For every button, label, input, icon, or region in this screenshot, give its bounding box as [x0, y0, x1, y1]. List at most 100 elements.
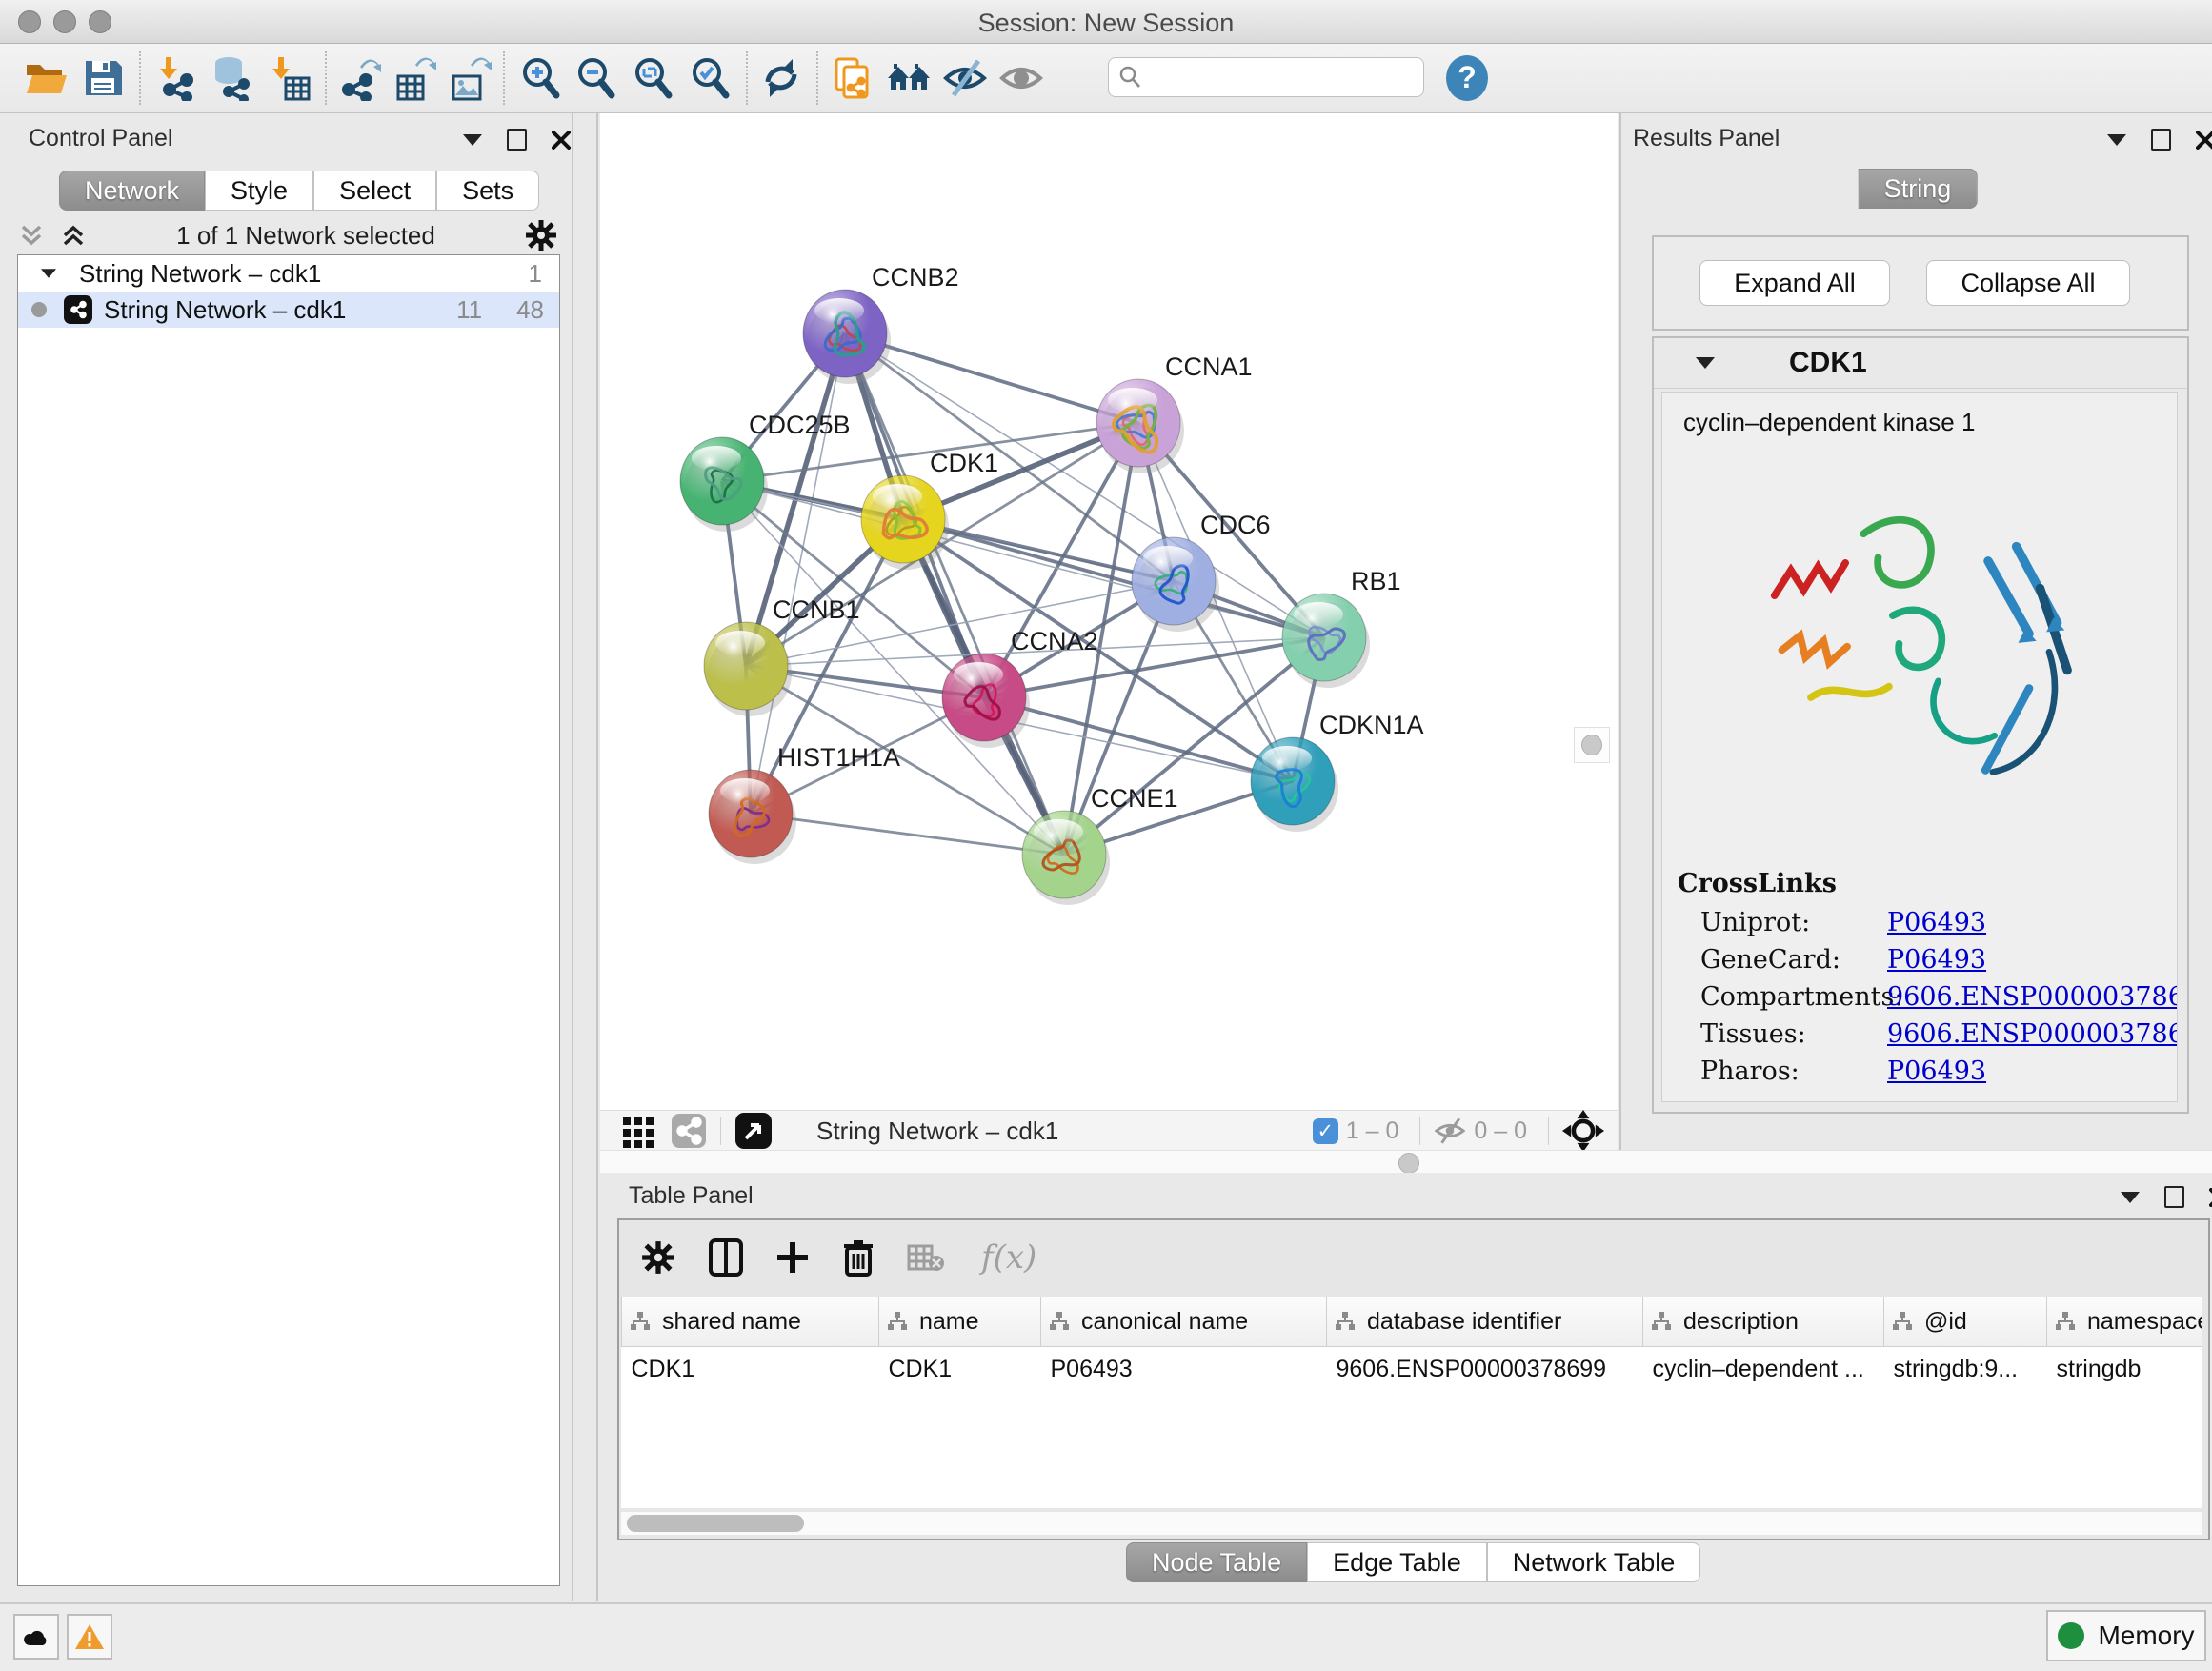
tab-style[interactable]: Style — [205, 171, 313, 211]
column-header[interactable]: name — [879, 1297, 1041, 1347]
delete-table-icon[interactable] — [907, 1242, 945, 1273]
string-view-share-icon[interactable] — [671, 1113, 707, 1149]
import-network-file-icon[interactable] — [152, 55, 198, 101]
float-panel-icon[interactable] — [2151, 129, 2171, 151]
node-CDK1[interactable]: CDK1 — [861, 449, 998, 570]
open-session-icon[interactable] — [23, 55, 69, 101]
column-header[interactable]: canonical name — [1041, 1297, 1327, 1347]
node-CCNB1[interactable]: CCNB1 — [704, 595, 860, 716]
create-column-plus-icon[interactable] — [775, 1240, 810, 1275]
panel-menu-icon[interactable] — [2121, 1192, 2140, 1203]
column-header[interactable]: shared name — [622, 1297, 879, 1347]
tab-network-table[interactable]: Network Table — [1487, 1542, 1701, 1582]
crosslink-link[interactable]: P06493 — [1887, 1057, 1986, 1086]
zoom-in-icon[interactable] — [518, 55, 564, 101]
protein-header[interactable]: CDK1 — [1654, 338, 2187, 389]
tab-network[interactable]: Network — [59, 171, 205, 211]
network-options-gear-icon[interactable] — [524, 218, 558, 252]
column-header[interactable]: @id — [1884, 1297, 2047, 1347]
import-network-database-icon[interactable] — [208, 55, 253, 101]
table-cell[interactable]: 9606.ENSP00000378699 — [1327, 1347, 1643, 1392]
node-CDKN1A[interactable]: CDKN1A — [1251, 711, 1424, 832]
pan-crosshair-icon[interactable] — [1562, 1110, 1604, 1152]
table-cell[interactable]: cyclin–dependent ... — [1643, 1347, 1884, 1392]
network-canvas[interactable]: CCNB2CCNA1CDC25BCDK1CDC6RB1CCNB1CCNA2CDK… — [600, 113, 1618, 1110]
delete-column-trash-icon[interactable] — [842, 1238, 875, 1277]
panel-menu-icon[interactable] — [463, 134, 482, 146]
zoom-out-icon[interactable] — [573, 55, 619, 101]
search-box[interactable] — [1108, 57, 1424, 97]
table-hscrollbar[interactable] — [621, 1512, 2202, 1535]
table-row[interactable]: CDK1CDK1P064939606.ENSP00000378699cyclin… — [622, 1347, 2203, 1392]
first-neighbors-icon[interactable] — [886, 55, 932, 101]
node-CDC25B[interactable]: CDC25B — [680, 411, 851, 532]
network-row-selected[interactable]: String Network – cdk1 11 48 — [18, 292, 559, 328]
edge-CCNB2-CCNE1[interactable] — [845, 333, 1064, 855]
node-CCNB2[interactable]: CCNB2 — [803, 263, 959, 384]
selected-nodes-checkbox-icon[interactable]: ✓ — [1313, 1118, 1338, 1144]
crosslink-link[interactable]: 9606.ENSP00000378699 — [1887, 1019, 2178, 1049]
search-input[interactable] — [1143, 63, 1414, 91]
network-collection-row[interactable]: String Network – cdk1 1 — [18, 255, 559, 292]
attribute-table[interactable]: shared namenamecanonical namedatabase id… — [621, 1297, 2202, 1508]
function-builder-icon[interactable]: f(x) — [977, 1236, 1044, 1279]
tab-select[interactable]: Select — [313, 171, 436, 211]
node-CCNE1[interactable]: CCNE1 — [1022, 784, 1178, 905]
birds-eye-grid-icon[interactable] — [621, 1114, 655, 1148]
clone-network-icon[interactable] — [829, 55, 875, 101]
export-image-icon[interactable] — [446, 55, 492, 101]
export-network-icon[interactable] — [335, 55, 381, 101]
column-header[interactable]: namespace — [2047, 1297, 2203, 1347]
left-splitter[interactable] — [572, 113, 573, 1601]
warning-button[interactable] — [67, 1614, 112, 1660]
memory-button[interactable]: Memory — [2046, 1610, 2206, 1661]
import-table-file-icon[interactable] — [265, 55, 311, 101]
column-header[interactable]: description — [1643, 1297, 1884, 1347]
edge-CCNA2-CDKN1A[interactable] — [984, 697, 1293, 781]
expand-all-button[interactable]: Expand All — [1699, 260, 1890, 306]
scrollbar-thumb[interactable] — [627, 1515, 804, 1532]
node-HIST1H1A[interactable]: HIST1H1A — [709, 743, 900, 864]
show-columns-icon[interactable] — [709, 1238, 743, 1277]
save-session-icon[interactable] — [80, 55, 126, 101]
close-panel-icon[interactable] — [2196, 131, 2212, 150]
crosslink-link[interactable]: 9606.ENSP00000378699 — [1887, 982, 2178, 1012]
open-in-browser-icon[interactable] — [734, 1112, 773, 1150]
float-panel-icon[interactable] — [507, 129, 527, 151]
node-RB1[interactable]: RB1 — [1282, 567, 1401, 688]
node-CCNA1[interactable]: CCNA1 — [1096, 352, 1253, 473]
table-cell[interactable]: CDK1 — [879, 1347, 1041, 1392]
collapse-all-chevron-icon[interactable] — [17, 221, 46, 250]
table-cell[interactable]: P06493 — [1041, 1347, 1327, 1392]
tab-sets[interactable]: Sets — [436, 171, 539, 211]
right-splitter-handle[interactable] — [1574, 727, 1610, 763]
crosslink-link[interactable]: P06493 — [1887, 908, 1986, 937]
table-options-gear-icon[interactable] — [640, 1239, 676, 1276]
collapse-all-button[interactable]: Collapse All — [1926, 260, 2130, 306]
help-icon[interactable]: ? — [1442, 53, 1488, 99]
collapse-section-icon[interactable] — [1696, 357, 1715, 369]
tab-string[interactable]: String — [1859, 169, 1978, 209]
float-panel-icon[interactable] — [2164, 1186, 2184, 1208]
show-graphics-details-eye-icon[interactable] — [998, 55, 1044, 101]
crosslink-link[interactable]: P06493 — [1887, 945, 1986, 975]
tab-edge-table[interactable]: Edge Table — [1307, 1542, 1487, 1582]
hide-selected-eye-slash-icon[interactable] — [942, 55, 988, 101]
edge-HIST1H1A-CCNE1[interactable] — [751, 814, 1064, 855]
column-header[interactable]: database identifier — [1327, 1297, 1643, 1347]
export-table-icon[interactable] — [391, 55, 436, 101]
zoom-selected-icon[interactable] — [688, 55, 734, 101]
close-panel-icon[interactable] — [552, 131, 571, 150]
table-cell[interactable]: CDK1 — [622, 1347, 879, 1392]
horizontal-splitter[interactable] — [600, 1150, 2212, 1175]
cloud-status-button[interactable] — [13, 1614, 59, 1660]
table-cell[interactable]: stringdb:9... — [1884, 1347, 2047, 1392]
panel-menu-icon[interactable] — [2107, 134, 2126, 146]
table-cell[interactable]: stringdb — [2047, 1347, 2203, 1392]
zoom-fit-icon[interactable] — [631, 55, 676, 101]
edge-CCNB2-HIST1H1A[interactable] — [751, 333, 845, 814]
apply-layout-icon[interactable] — [758, 55, 804, 101]
tab-node-table[interactable]: Node Table — [1126, 1542, 1307, 1582]
expand-all-chevron-icon[interactable] — [59, 221, 88, 250]
tree-expand-icon[interactable] — [41, 269, 56, 278]
